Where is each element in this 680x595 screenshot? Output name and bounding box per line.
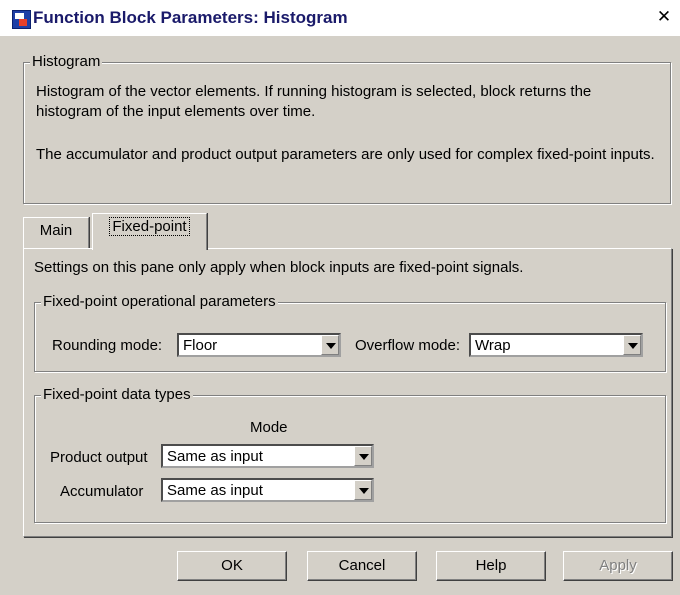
tab-fixed-point-label: Fixed-point (109, 217, 190, 236)
operational-parameters-legend: Fixed-point operational parameters (41, 293, 278, 311)
tab-main-label: Main (39, 222, 73, 239)
ok-button[interactable]: OK (177, 551, 287, 581)
tab-fixed-point[interactable]: Fixed-point (92, 213, 207, 250)
product-output-label: Product output (50, 449, 148, 466)
mode-column-header: Mode (250, 419, 288, 436)
rounding-mode-select[interactable]: Floor (177, 333, 341, 357)
window-title: Function Block Parameters: Histogram (33, 8, 348, 27)
fixed-point-note: Settings on this pane only apply when bl… (34, 259, 524, 276)
product-output-value: Same as input (167, 448, 263, 465)
data-types-legend: Fixed-point data types (41, 386, 193, 404)
apply-button: Apply (563, 551, 673, 581)
accumulator-dropdown-arrow-icon[interactable] (354, 480, 372, 500)
product-output-dropdown-arrow-icon[interactable] (354, 446, 372, 466)
accumulator-label: Accumulator (60, 483, 144, 500)
overflow-mode-select[interactable]: Wrap (469, 333, 643, 357)
overflow-mode-dropdown-arrow-icon[interactable] (623, 335, 641, 355)
close-icon[interactable]: ✕ (656, 8, 672, 25)
accumulator-value: Same as input (167, 482, 263, 499)
title-bar: Function Block Parameters: Histogram ✕ (0, 0, 680, 36)
description-paragraph-1: Histogram of the vector elements. If run… (36, 83, 592, 120)
rounding-mode-dropdown-arrow-icon[interactable] (321, 335, 339, 355)
rounding-mode-value: Floor (183, 337, 218, 354)
simulink-block-icon (12, 10, 31, 29)
product-output-select[interactable]: Same as input (161, 444, 374, 468)
accumulator-select[interactable]: Same as input (161, 478, 374, 502)
overflow-mode-label: Overflow mode: (355, 337, 461, 354)
cancel-button[interactable]: Cancel (307, 551, 417, 581)
overflow-mode-value: Wrap (475, 337, 511, 354)
description-paragraph-2: The accumulator and product output param… (36, 146, 655, 163)
tab-main[interactable]: Main (23, 217, 89, 248)
help-button[interactable]: Help (436, 551, 546, 581)
description-group-legend: Histogram (30, 53, 103, 71)
rounding-mode-label: Rounding mode: (52, 337, 163, 354)
